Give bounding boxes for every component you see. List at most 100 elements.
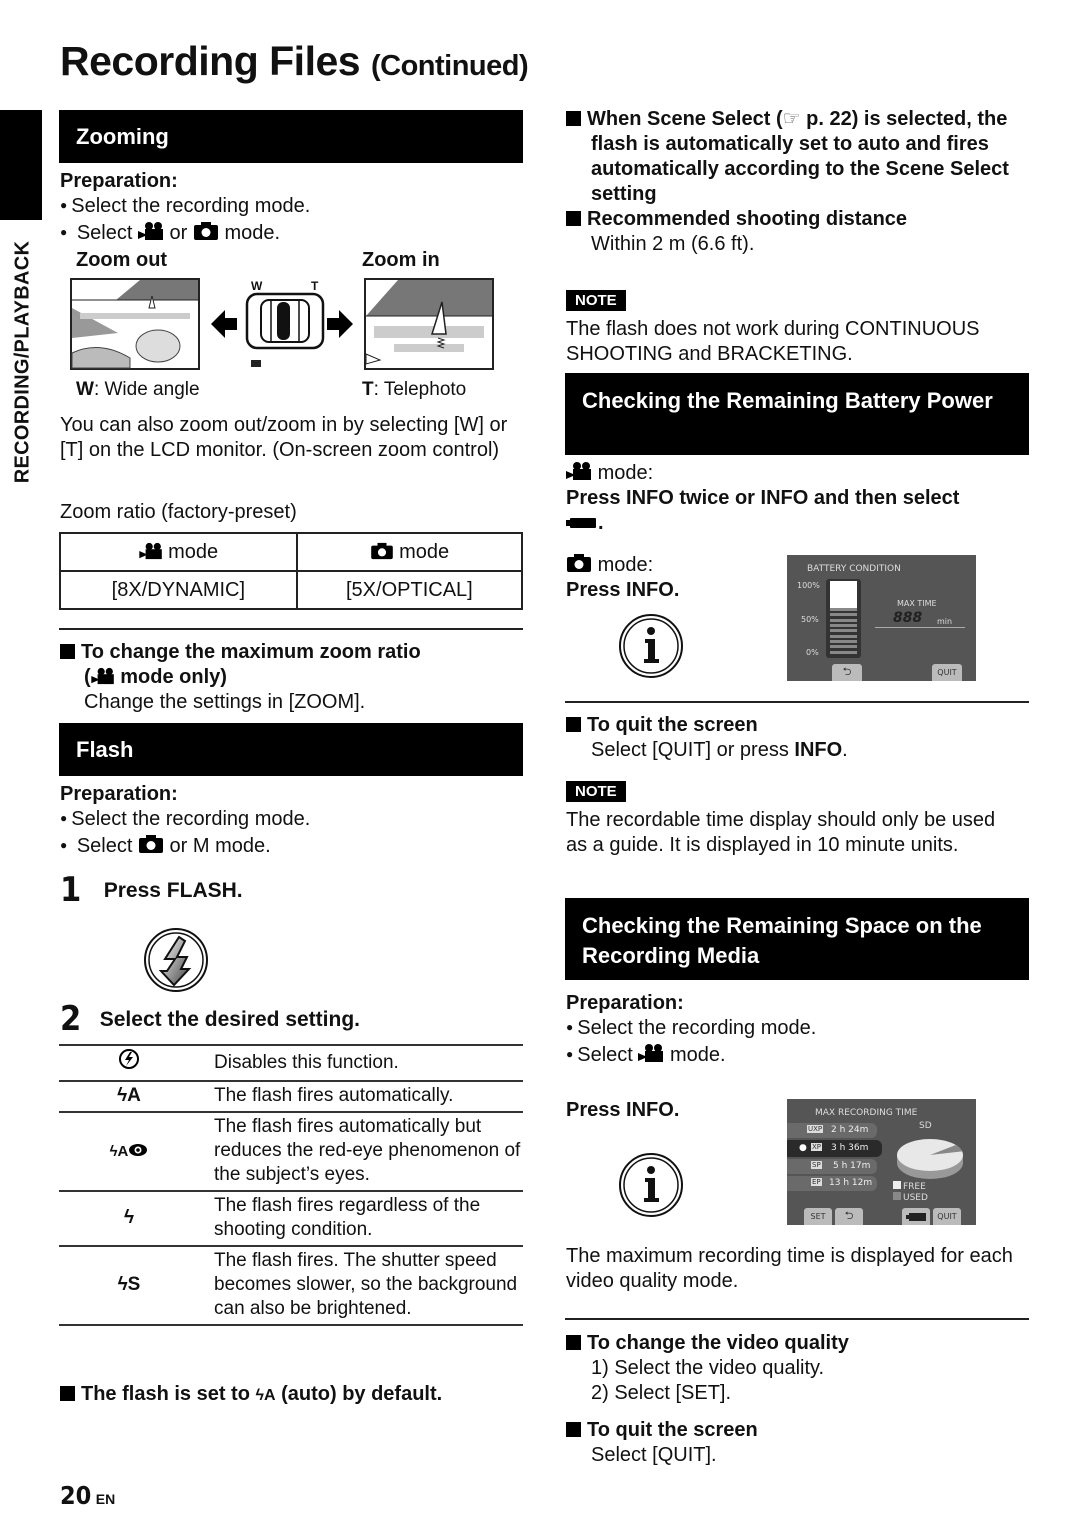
battery-icon	[906, 1213, 926, 1221]
telephoto-caption: T: Telephoto	[362, 379, 466, 401]
flash-slow-sync-icon: ϟS	[59, 1245, 199, 1326]
table-header-photo: mode	[295, 532, 524, 572]
max-time-unit: min	[937, 617, 953, 626]
max-zoom-sub: ( mode only)	[84, 666, 227, 688]
note-label: NOTE	[566, 290, 626, 311]
flash-step-1: 1 Press FLASH.	[60, 870, 243, 910]
page-lang: EN	[95, 1491, 116, 1507]
space-preparation: Preparation: Select the recording mode. …	[566, 991, 816, 1070]
prep-item-text: Select the recording mode.	[71, 195, 311, 217]
t-desc: : Telephoto	[373, 379, 467, 400]
max-recording-time-screen: MAX RECORDING TIME SD UXP 2 h 24m ● XP 3 h …	[787, 1099, 976, 1225]
quality-mode: XP	[811, 1143, 823, 1151]
w-key: W	[76, 379, 94, 400]
text: .	[842, 739, 848, 761]
wide-angle-caption: W: Wide angle	[76, 379, 200, 401]
note-label: NOTE	[566, 781, 626, 802]
battery-video-mode: mode: Press INFO twice or INFO and then …	[566, 461, 1036, 536]
max-time-label: MAX TIME	[897, 599, 937, 608]
prep-item-text: or	[169, 222, 188, 244]
flash-settings-table: Disables this function. ϟA The flash fir…	[59, 1044, 523, 1326]
back-button[interactable]: ⮌	[835, 1208, 863, 1225]
prep-label: Preparation:	[60, 170, 178, 192]
header-text: mode	[399, 540, 450, 563]
quality-row[interactable]: UXP 2 h 24m	[787, 1123, 877, 1138]
text: Select [QUIT] or press	[591, 739, 795, 761]
prep-label: Preparation:	[566, 992, 684, 1014]
battery-condition-screen: BATTERY CONDITION 100% 50% 0% MAX TIME 8…	[787, 555, 976, 681]
back-button[interactable]: ⮌	[832, 664, 862, 681]
zoom-out-label: Zoom out	[76, 249, 168, 271]
page-title-suffix: (Continued)	[370, 50, 529, 82]
arrow-left-icon	[211, 310, 237, 338]
legend-text: USED	[903, 1193, 928, 1203]
side-section-label: RECORDING/PLAYBACK	[6, 232, 40, 492]
video-camera-icon	[137, 222, 163, 240]
zooming-heading-text: Zooming	[76, 123, 169, 149]
prep-item: Select the recording mode.	[566, 1016, 816, 1043]
zoom-lever-diagram	[211, 292, 353, 367]
video-camera-icon	[138, 542, 162, 559]
table-row: mode mode	[59, 532, 524, 572]
header-text: mode	[168, 540, 219, 563]
square-bullet-icon	[60, 644, 75, 659]
flash-note-text: The flash does not work during CONTINUOU…	[566, 318, 980, 365]
flash-button-icon[interactable]	[143, 927, 209, 993]
page-number-text: 20	[60, 1481, 92, 1510]
arrow-right-icon	[327, 310, 353, 338]
table-cell: [8X/DYNAMIC]	[59, 570, 298, 610]
photo-mode-instruction: Press INFO.	[566, 579, 680, 601]
quality-row[interactable]: EP 13 h 12m	[787, 1176, 877, 1191]
heading-text: To change the maximum zoom ratio	[81, 641, 421, 663]
info-button-icon[interactable]	[618, 613, 684, 679]
flash-heading-text: Flash	[76, 736, 134, 762]
battery-segment	[830, 634, 857, 638]
battery-segment	[830, 623, 857, 627]
vq-step: 2) Select [SET].	[591, 1382, 732, 1404]
quality-time: 13 h 12m	[829, 1178, 873, 1188]
table-header-video: mode	[59, 532, 298, 572]
flash-auto-icon: ϟA	[59, 1080, 199, 1112]
set-button[interactable]: SET	[804, 1208, 832, 1225]
battery-button[interactable]	[902, 1208, 930, 1225]
quality-row[interactable]: SP 5 h 17m	[787, 1159, 877, 1174]
quality-time: 3 h 36m	[831, 1143, 869, 1153]
square-bullet-icon	[566, 717, 581, 732]
flash-default-note: The flash is set to ϟA (auto) by default…	[60, 1382, 442, 1408]
prep-item-text: Select the recording mode.	[577, 1017, 817, 1039]
max-time-paragraph: The maximum recording time is displayed …	[566, 1245, 1013, 1292]
page-title: Recording Files (Continued)	[60, 38, 529, 85]
battery-segment	[830, 650, 857, 654]
page-number: 20 EN	[60, 1481, 115, 1510]
heading-text: To quit the screen	[587, 714, 758, 736]
quality-row-selected[interactable]: ● XP 3 h 36m	[787, 1140, 882, 1157]
wide-angle-scene-image	[70, 278, 200, 370]
quality-mode: SP	[811, 1161, 822, 1169]
legend-text: FREE	[903, 1182, 926, 1192]
info-button-icon[interactable]	[618, 1152, 684, 1218]
side-tab-marker	[0, 110, 42, 220]
divider	[59, 628, 523, 630]
prep-item: Select the recording mode.	[60, 194, 310, 221]
zoom-ratio-caption: Zoom ratio (factory-preset)	[60, 501, 297, 523]
video-mode-instruction: Press INFO twice or INFO and then select…	[566, 487, 960, 534]
legend-free: FREE	[893, 1181, 926, 1192]
divider	[875, 627, 965, 628]
quit-button[interactable]: QUIT	[933, 1208, 961, 1225]
quit-button[interactable]: QUIT	[932, 664, 962, 681]
battery-quit-section: To quit the screen Select [QUIT] or pres…	[566, 713, 1036, 763]
square-bullet-icon	[566, 111, 581, 126]
text-bold: INFO	[794, 739, 843, 761]
battery-segment	[830, 618, 857, 622]
legend-swatch	[893, 1181, 901, 1189]
prep-item: Select mode.	[566, 1043, 816, 1070]
t-key: T	[362, 379, 374, 400]
battery-segment	[830, 645, 857, 649]
square-bullet-icon	[566, 1335, 581, 1350]
selected-dot-icon: ●	[799, 1143, 807, 1153]
flash-auto-redeye-icon: ϟA	[59, 1111, 199, 1191]
flash-auto-icon: ϟA	[255, 1387, 276, 1404]
battery-heading: Checking the Remaining Battery Power	[565, 373, 1029, 455]
setting-description: The flash fires automatically but reduce…	[199, 1111, 523, 1191]
media-label: SD	[919, 1121, 932, 1131]
